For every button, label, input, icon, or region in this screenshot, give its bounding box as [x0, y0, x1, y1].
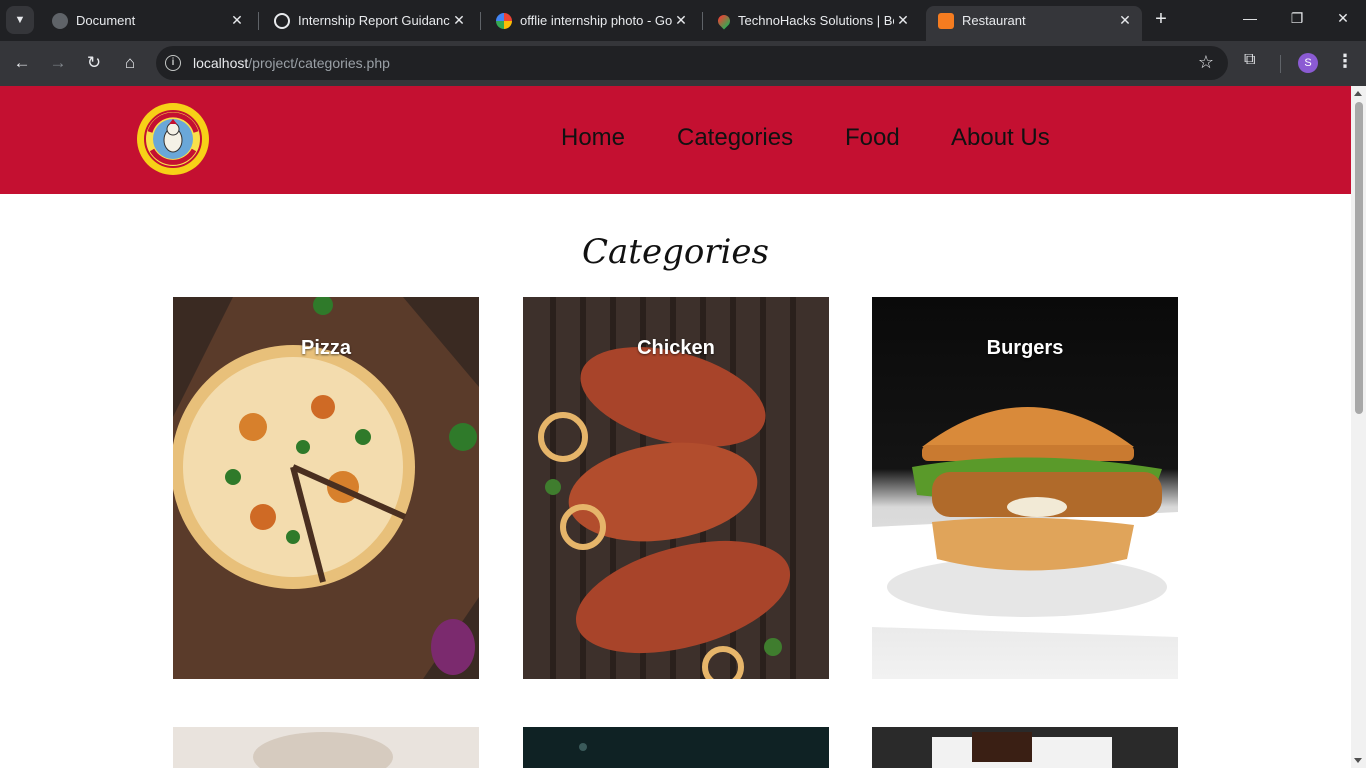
- scroll-up-arrow-icon[interactable]: [1354, 91, 1362, 96]
- page-viewport: Home Categories Food About Us Categories…: [0, 86, 1351, 768]
- extensions-icon[interactable]: ⧉: [1244, 51, 1255, 69]
- food-image: [523, 727, 829, 768]
- forward-icon[interactable]: →: [46, 51, 70, 75]
- site-logo[interactable]: [136, 102, 210, 176]
- close-icon[interactable]: ✕: [894, 12, 912, 29]
- page-scrollbar[interactable]: [1351, 86, 1366, 768]
- bookmark-star-icon[interactable]: ☆: [1198, 52, 1214, 73]
- toolbar-divider: [1280, 55, 1281, 73]
- map-pin-icon: [715, 12, 733, 29]
- tab-divider: [702, 12, 703, 30]
- tab-title: TechnoHacks Solutions | Bes: [738, 13, 894, 28]
- tab-search-button[interactable]: ▼: [6, 6, 34, 34]
- restore-icon[interactable]: ❐: [1287, 10, 1307, 27]
- browser-toolbar: ← → ↻ ⌂ i localhost/project/categories.p…: [0, 41, 1366, 86]
- category-card-row2-2[interactable]: [523, 727, 829, 768]
- reload-icon[interactable]: ↻: [82, 51, 106, 75]
- new-tab-button[interactable]: +: [1150, 9, 1172, 31]
- tab-google-search[interactable]: offlie internship photo - Goo ✕: [484, 6, 698, 35]
- tab-technohacks[interactable]: TechnoHacks Solutions | Bes ✕: [706, 6, 920, 35]
- close-icon[interactable]: ✕: [672, 12, 690, 29]
- google-icon: [496, 12, 512, 29]
- tab-internship-report[interactable]: Internship Report Guidance ✕: [262, 6, 476, 35]
- home-icon[interactable]: ⌂: [118, 51, 142, 75]
- scroll-down-arrow-icon[interactable]: [1354, 758, 1362, 763]
- category-label: Pizza: [300, 337, 352, 359]
- tab-title: offlie internship photo - Goo: [520, 13, 672, 28]
- tab-document[interactable]: Document ✕: [40, 6, 254, 35]
- site-info-icon[interactable]: i: [165, 55, 181, 71]
- site-header: Home Categories Food About Us: [0, 86, 1351, 194]
- category-card-row2-3[interactable]: [872, 727, 1178, 768]
- xampp-icon: [938, 12, 954, 29]
- globe-icon: [52, 12, 68, 29]
- category-card-chicken[interactable]: Chicken: [523, 297, 829, 679]
- tab-title: Document: [76, 13, 136, 28]
- nav-about-us[interactable]: About Us: [951, 124, 1050, 152]
- close-icon[interactable]: ✕: [450, 12, 468, 29]
- back-icon[interactable]: ←: [10, 51, 34, 75]
- close-icon[interactable]: ✕: [1116, 12, 1134, 29]
- address-bar[interactable]: i localhost/project/categories.php ☆: [156, 46, 1228, 80]
- tab-title: Restaurant: [962, 13, 1026, 28]
- openai-icon: [274, 12, 290, 29]
- food-image: [173, 727, 479, 768]
- close-window-icon[interactable]: ✕: [1333, 10, 1353, 27]
- page-title: Categories: [582, 232, 769, 272]
- close-icon[interactable]: ✕: [228, 12, 246, 29]
- scroll-thumb[interactable]: [1355, 102, 1363, 414]
- category-card-row2-1[interactable]: [173, 727, 479, 768]
- tab-title: Internship Report Guidance: [298, 13, 450, 28]
- category-card-burgers[interactable]: Burgers: [872, 297, 1178, 679]
- category-card-pizza[interactable]: Pizza: [173, 297, 479, 679]
- menu-kebab-icon[interactable]: ⋮: [1336, 51, 1354, 72]
- profile-avatar[interactable]: S: [1298, 53, 1318, 73]
- tab-strip: ▼ Document ✕ Internship Report Guidance …: [0, 0, 1366, 41]
- tab-restaurant[interactable]: Restaurant ✕: [926, 6, 1142, 41]
- food-image: [872, 727, 1178, 768]
- minimize-icon[interactable]: —: [1240, 10, 1260, 26]
- url-text[interactable]: localhost/project/categories.php: [193, 55, 390, 71]
- los-pollos-logo-icon: [137, 103, 209, 175]
- category-label: Chicken: [637, 337, 715, 359]
- nav-home[interactable]: Home: [561, 124, 625, 152]
- nav-categories[interactable]: Categories: [677, 124, 793, 152]
- tab-divider: [480, 12, 481, 30]
- tab-divider: [258, 12, 259, 30]
- category-label: Burgers: [986, 337, 1064, 359]
- nav-food[interactable]: Food: [845, 124, 900, 152]
- chevron-down-icon: ▼: [14, 14, 26, 26]
